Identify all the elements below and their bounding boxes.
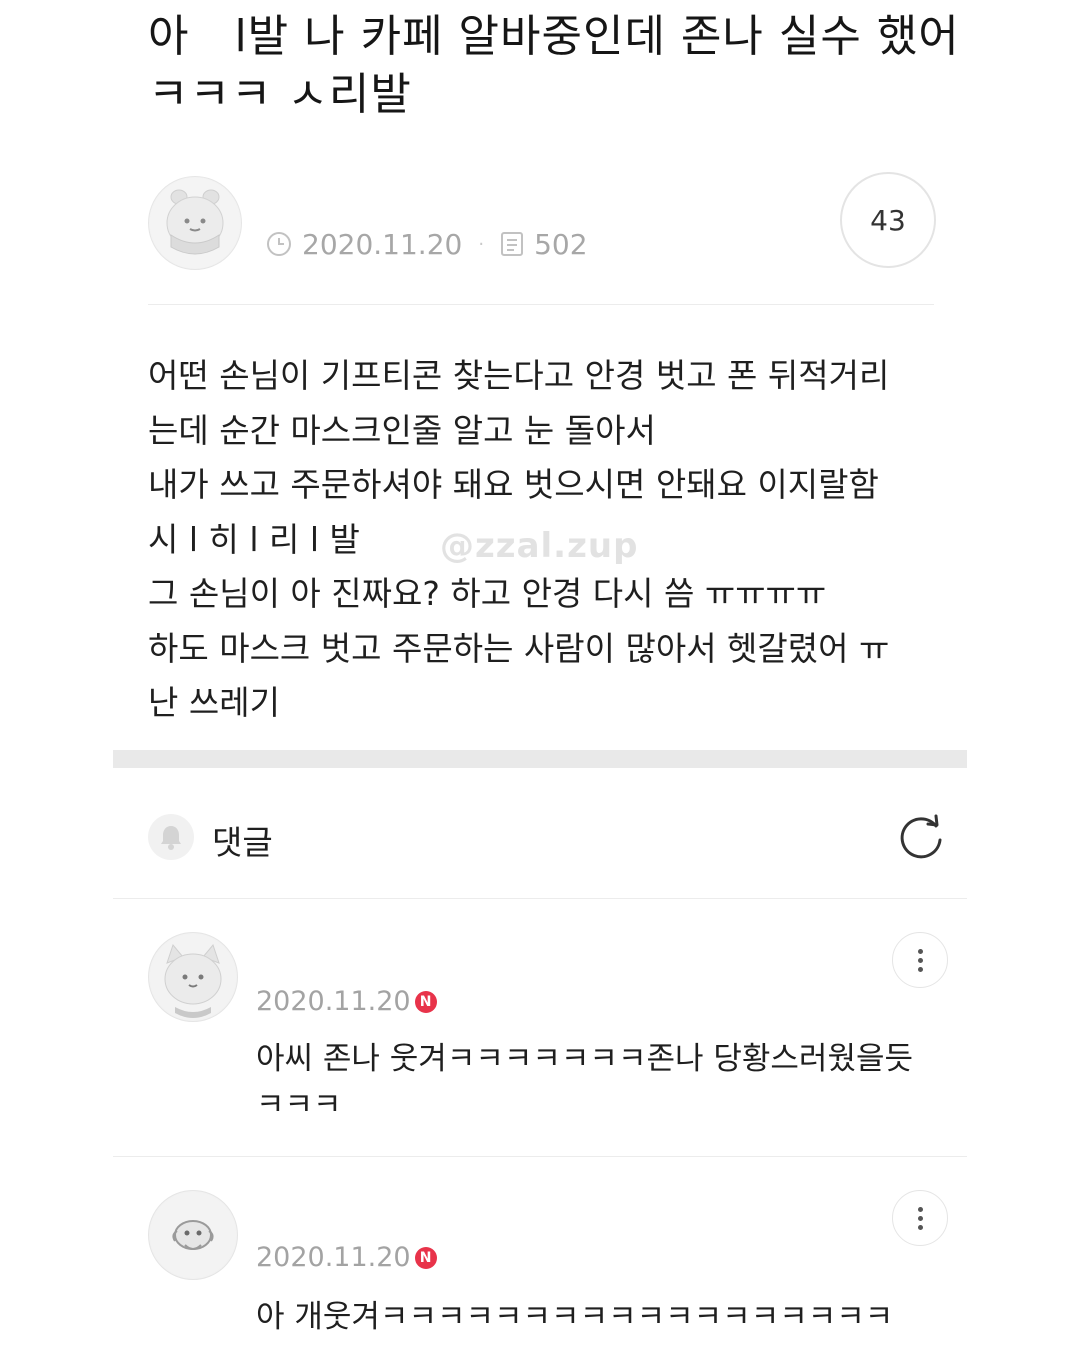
comment-text: 아씨 존나 웃겨ㅋㅋㅋㅋㅋㅋㅋ존나 당황스러웠을듯 ㅋㅋㅋ bbox=[256, 1041, 923, 1123]
comment-item: 2020.11.20 N 아씨 존나 웃겨ㅋㅋㅋㅋㅋㅋㅋ존나 당황스러웠을듯 ㅋ… bbox=[148, 932, 948, 1132]
comments-header: 댓글 bbox=[148, 812, 948, 866]
comment-meta: 2020.11.20 N bbox=[256, 986, 437, 1017]
post-page: 아 l발 나 카페 알바중인데 존나 실수 했어 ㅋㅋㅋ ㅅ리발 2020.11… bbox=[0, 0, 1080, 1350]
character-avatar-icon bbox=[150, 178, 240, 268]
body-line: 내가 쓰고 주문하셔야 돼요 벗으시면 안돼요 이지랄함 bbox=[148, 465, 879, 504]
post-meta: 2020.11.20 · 502 bbox=[266, 226, 588, 262]
divider bbox=[148, 304, 934, 305]
view-count: 502 bbox=[534, 227, 588, 261]
meta-separator: · bbox=[478, 233, 485, 255]
comment-count: 43 bbox=[870, 203, 906, 237]
comments-label: 댓글 bbox=[212, 823, 273, 862]
creature-avatar-icon bbox=[150, 1192, 236, 1278]
bell-button[interactable] bbox=[148, 814, 194, 860]
commenter-avatar[interactable] bbox=[148, 932, 238, 1022]
bell-icon bbox=[161, 826, 181, 850]
post-date: 2020.11.20 bbox=[302, 227, 463, 261]
body-line: 는데 순간 마스크인줄 알고 눈 돌아서 bbox=[148, 410, 656, 450]
body-line: 하도 마스크 벗고 주문하는 사람이 많아서 헷갈렸어 ㅠ bbox=[148, 628, 890, 668]
document-icon bbox=[501, 232, 524, 256]
cat-avatar-icon bbox=[150, 934, 236, 1020]
new-badge: N bbox=[414, 1246, 437, 1269]
comment-text: 아 개웃겨ㅋㅋㅋㅋㅋㅋㅋㅋㅋㅋㅋㅋㅋㅋㅋㅋㅋㅋ bbox=[256, 1299, 894, 1335]
post-title: 아 l발 나 카페 알바중인데 존나 실수 했어 ㅋㅋㅋ ㅅ리발 bbox=[148, 11, 975, 120]
comment-count-button[interactable]: 43 bbox=[840, 172, 936, 268]
divider bbox=[113, 1156, 967, 1157]
body-line: 어떤 손님이 기프티콘 찾는다고 안경 벗고 폰 뒤적거리 bbox=[148, 356, 890, 395]
comment-date: 2020.11.20 bbox=[256, 986, 411, 1017]
comment-meta: 2020.11.20 N bbox=[256, 1242, 437, 1273]
clock-icon bbox=[267, 232, 291, 256]
comment-date: 2020.11.20 bbox=[256, 1242, 411, 1273]
watermark: @zzal.zup bbox=[440, 526, 639, 566]
section-separator bbox=[113, 750, 967, 768]
body-line: 난 쓰레기 bbox=[148, 683, 280, 722]
author-avatar[interactable] bbox=[148, 176, 242, 270]
more-vertical-icon[interactable] bbox=[892, 932, 948, 988]
commenter-avatar[interactable] bbox=[148, 1190, 238, 1280]
more-vertical-icon[interactable] bbox=[892, 1190, 948, 1246]
comment-item: 2020.11.20 N 아 개웃겨ㅋㅋㅋㅋㅋㅋㅋㅋㅋㅋㅋㅋㅋㅋㅋㅋㅋㅋ bbox=[148, 1190, 948, 1350]
body-line: 그 손님이 아 진짜요? 하고 안경 다시 씀 ㅠㅠㅠㅠ bbox=[148, 574, 827, 613]
refresh-icon[interactable] bbox=[896, 812, 948, 864]
new-badge: N bbox=[414, 990, 437, 1013]
divider bbox=[113, 898, 967, 899]
